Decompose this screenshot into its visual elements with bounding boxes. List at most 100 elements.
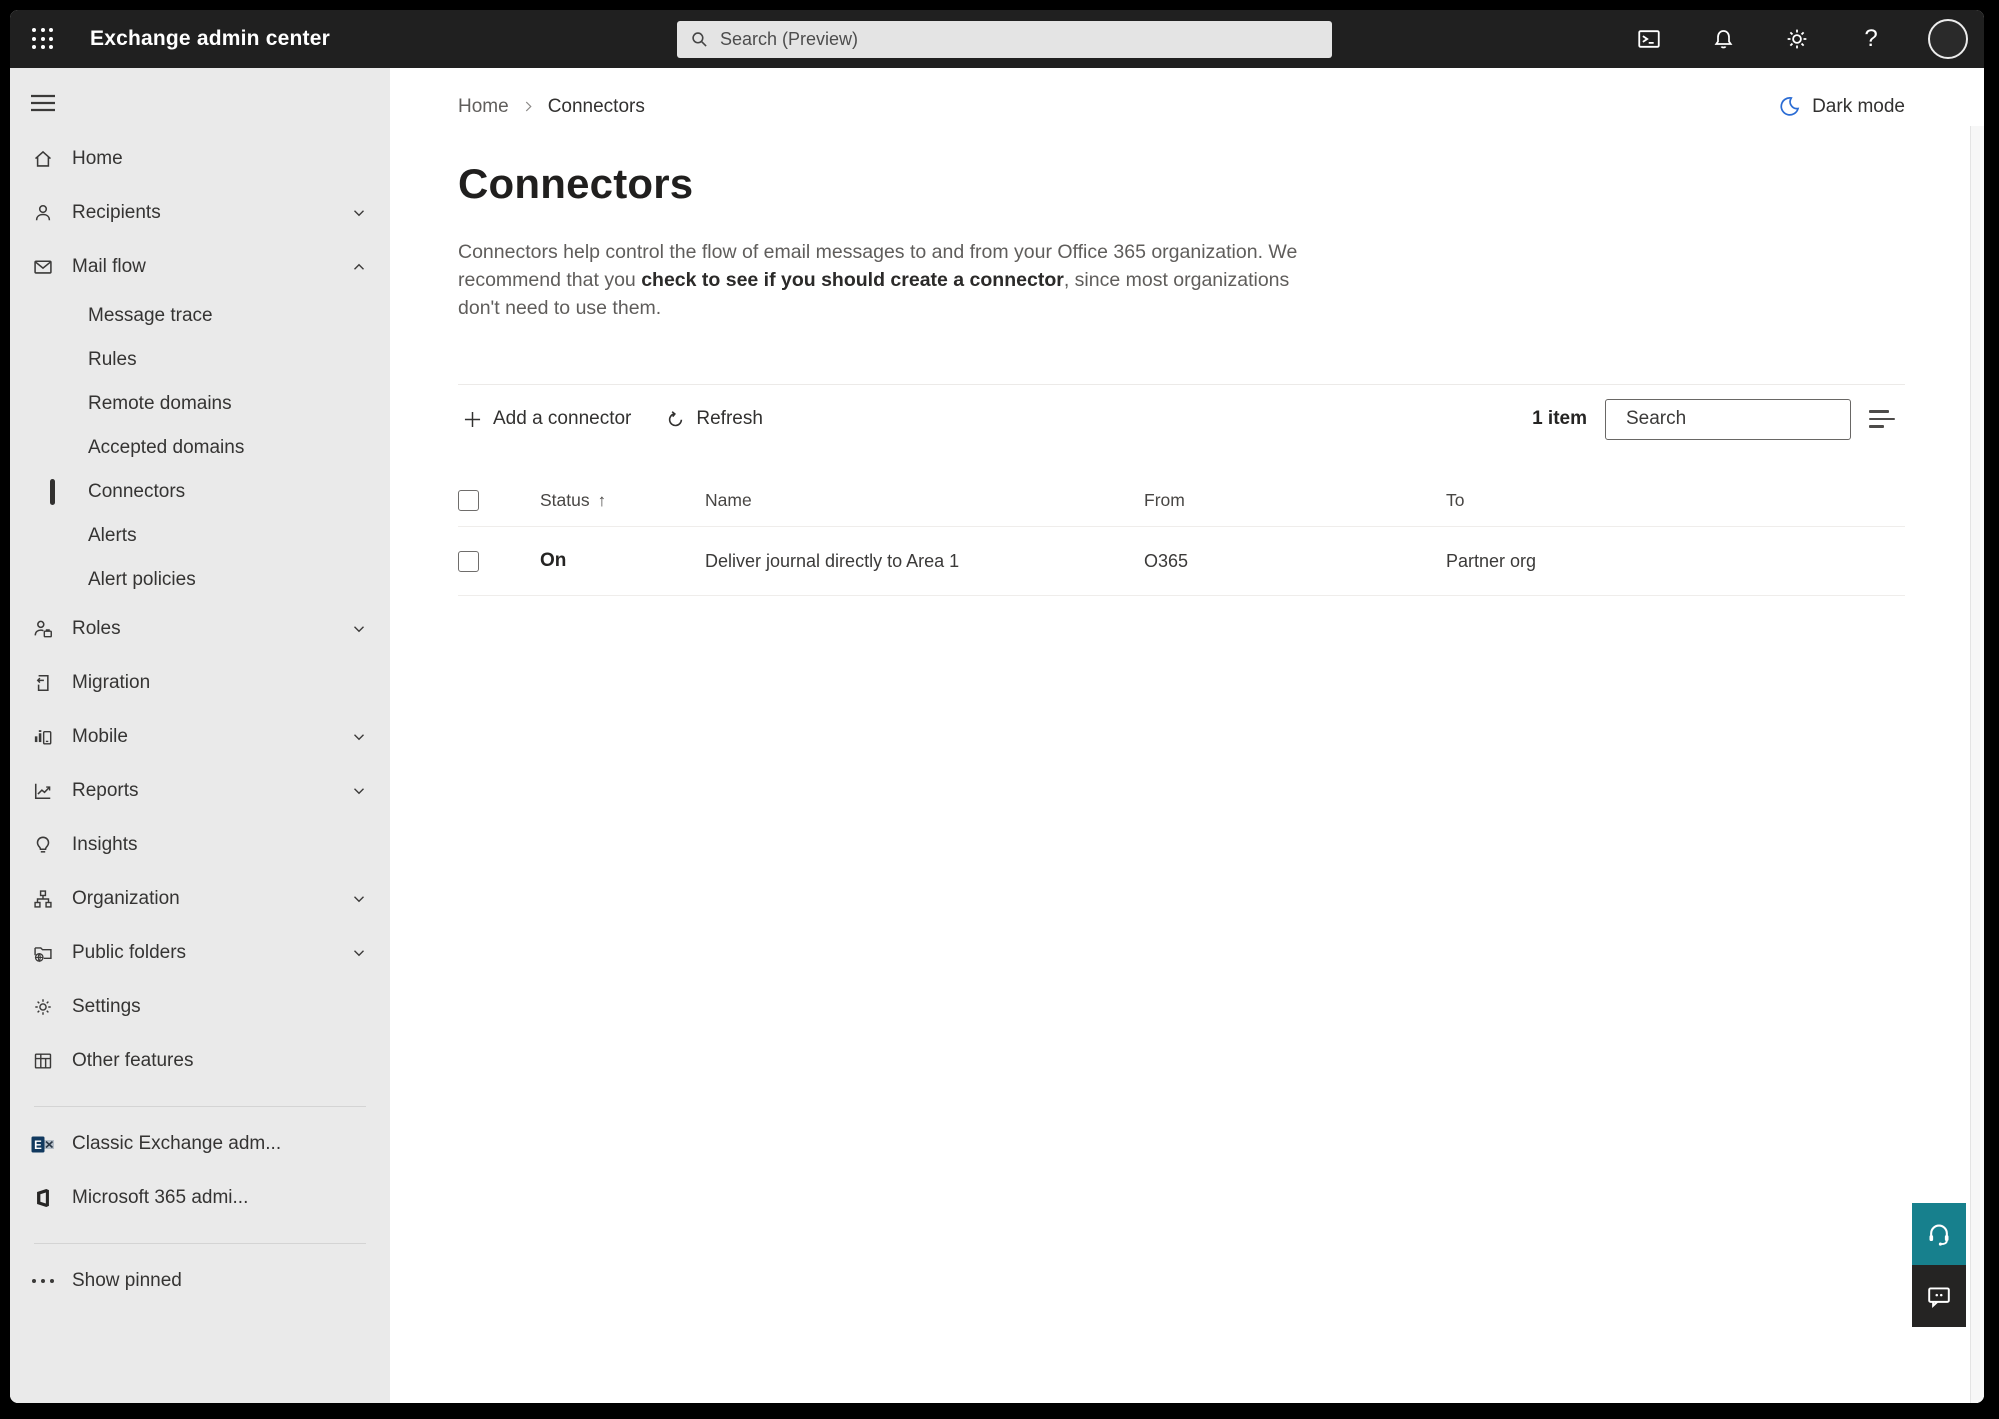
plus-icon	[464, 411, 481, 427]
left-navigation: Home Recipients Mail flow Message trace …	[10, 68, 390, 1403]
sidebar-item-roles[interactable]: Roles	[10, 602, 390, 656]
grid-search-box[interactable]	[1605, 398, 1871, 440]
breadcrumb: Home Connectors	[458, 96, 645, 118]
gear-icon	[1787, 29, 1807, 49]
chevron-up-icon	[350, 258, 368, 276]
chevron-down-icon	[350, 890, 368, 908]
refresh-icon	[669, 410, 683, 426]
document-arrow-icon	[30, 672, 56, 694]
connector-name: Deliver journal directly to Area 1	[705, 550, 960, 571]
page-description: Connectors help control the flow of emai…	[458, 238, 1303, 322]
sidebar-item-insights[interactable]: Insights	[10, 818, 390, 872]
sidebar-item-migration[interactable]: Migration	[10, 656, 390, 710]
column-header-from[interactable]: From	[1144, 490, 1446, 511]
column-header-name[interactable]: Name	[705, 490, 1144, 511]
headset-icon	[1929, 1224, 1949, 1246]
hamburger-icon	[31, 94, 55, 112]
page-title: Connectors	[458, 160, 694, 207]
table-header-row: Status ↑ Name From To	[458, 475, 1905, 527]
sidebar-item-remote-domains[interactable]: Remote domains	[10, 382, 390, 426]
feedback-bubble-icon	[1928, 1287, 1950, 1309]
account-avatar[interactable]	[1928, 19, 1968, 59]
powershell-button[interactable]	[1632, 22, 1666, 56]
sidebar-item-alerts[interactable]: Alerts	[10, 514, 390, 558]
bell-icon	[1714, 29, 1732, 48]
dark-mode-toggle[interactable]: Dark mode	[1778, 95, 1905, 118]
vertical-scrollbar[interactable]	[1970, 126, 1984, 1403]
select-all-checkbox[interactable]	[458, 490, 479, 511]
grid-search-input[interactable]	[1626, 408, 1871, 430]
sidebar-item-public-folders[interactable]: Public folders	[10, 926, 390, 980]
table-row[interactable]: On Deliver journal directly to Area 1 O3…	[458, 527, 1905, 596]
support-button[interactable]	[1912, 1203, 1966, 1265]
exchange-admin-window: Exchange admin center Search (Preview) ?…	[10, 10, 1984, 1403]
help-button[interactable]: ?	[1854, 22, 1888, 56]
grid-toolbar: Add a connector Refresh 1 item	[458, 385, 1905, 453]
sidebar-divider	[34, 1243, 366, 1244]
column-header-status[interactable]: Status ↑	[540, 490, 705, 511]
sidebar-item-home[interactable]: Home	[10, 132, 390, 186]
filter-button[interactable]	[1869, 401, 1905, 437]
sidebar-item-classic-exchange-admin[interactable]: E Classic Exchange adm...	[10, 1117, 390, 1171]
chevron-right-icon	[525, 101, 532, 112]
feedback-button[interactable]	[1912, 1265, 1966, 1327]
folder-globe-icon	[30, 942, 56, 964]
sidebar-item-reports[interactable]: Reports	[10, 764, 390, 818]
sidebar-item-organization[interactable]: Organization	[10, 872, 390, 926]
moon-icon	[1780, 97, 1800, 116]
microsoft-365-logo-icon	[30, 1187, 56, 1209]
sidebar-item-settings[interactable]: Settings	[10, 980, 390, 1034]
sidebar-item-mail-flow[interactable]: Mail flow	[10, 240, 390, 294]
global-search-box[interactable]	[677, 21, 1332, 58]
svg-text:E: E	[34, 1140, 42, 1152]
chevron-down-icon	[350, 728, 368, 746]
refresh-button[interactable]: Refresh	[661, 400, 767, 438]
person-icon	[30, 202, 56, 224]
sidebar-item-other-features[interactable]: Other features	[10, 1034, 390, 1088]
main-content: Home Connectors Dark mode Connectors Con…	[390, 68, 1984, 1403]
org-chart-icon	[30, 888, 56, 910]
ellipsis-icon	[30, 1279, 56, 1283]
sidebar-item-rules[interactable]: Rules	[10, 338, 390, 382]
global-search-input[interactable]	[720, 29, 1320, 50]
item-count: 1 item	[1532, 408, 1587, 429]
gear-icon	[30, 996, 56, 1018]
sidebar-item-connectors[interactable]: Connectors	[10, 470, 390, 514]
chevron-down-icon	[350, 204, 368, 222]
sidebar-item-message-trace[interactable]: Message trace	[10, 294, 390, 338]
waffle-icon	[32, 28, 54, 50]
connector-status: On	[540, 550, 567, 571]
collapse-nav-button[interactable]	[30, 88, 64, 118]
sidebar-item-show-pinned[interactable]: Show pinned	[10, 1254, 390, 1308]
column-header-to[interactable]: To	[1446, 490, 1905, 511]
connector-from: O365	[1144, 550, 1189, 571]
notifications-button[interactable]	[1706, 22, 1740, 56]
add-connector-button[interactable]: Add a connector	[458, 400, 635, 438]
create-connector-check-link[interactable]: check to see if you should create a conn…	[641, 269, 1064, 291]
connectors-table: Status ↑ Name From To On Deliver journal…	[458, 475, 1905, 596]
sidebar-item-alert-policies[interactable]: Alert policies	[10, 558, 390, 602]
breadcrumb-home-link[interactable]: Home	[458, 96, 509, 118]
selected-indicator	[50, 479, 55, 505]
app-title: Exchange admin center	[90, 27, 330, 50]
row-checkbox[interactable]	[458, 550, 479, 572]
home-icon	[30, 148, 56, 170]
sidebar-item-mobile[interactable]: Mobile	[10, 710, 390, 764]
sidebar-item-accepted-domains[interactable]: Accepted domains	[10, 426, 390, 470]
settings-button[interactable]	[1780, 22, 1814, 56]
sidebar-item-recipients[interactable]: Recipients	[10, 186, 390, 240]
envelope-icon	[30, 256, 56, 278]
top-app-bar: Exchange admin center Search (Preview) ?	[10, 10, 1984, 68]
person-briefcase-icon	[30, 618, 56, 640]
lightbulb-icon	[30, 834, 56, 856]
chevron-down-icon	[350, 620, 368, 638]
sidebar-item-microsoft-365-admin[interactable]: Microsoft 365 admi...	[10, 1171, 390, 1225]
table-grid-icon	[30, 1050, 56, 1072]
chevron-down-icon	[350, 782, 368, 800]
breadcrumb-current: Connectors	[547, 95, 645, 117]
sidebar-divider	[34, 1106, 366, 1107]
exchange-logo-icon: E	[30, 1134, 56, 1155]
app-launcher-button[interactable]	[28, 24, 58, 54]
dark-mode-label: Dark mode	[1812, 95, 1905, 117]
sort-ascending-icon: ↑	[597, 490, 607, 510]
